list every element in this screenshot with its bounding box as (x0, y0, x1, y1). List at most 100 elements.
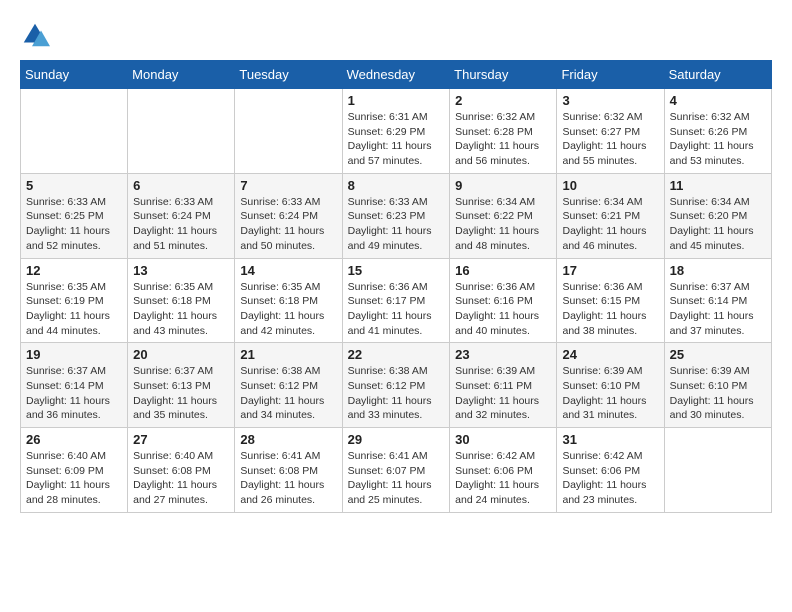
day-cell: 10Sunrise: 6:34 AMSunset: 6:21 PMDayligh… (557, 173, 664, 258)
day-number: 27 (133, 432, 229, 447)
day-number: 7 (240, 178, 336, 193)
day-info: Sunrise: 6:37 AMSunset: 6:13 PMDaylight:… (133, 364, 229, 423)
day-cell: 21 Sunrise: 6:38 AMSunset: 6:12 PMDayligh… (235, 343, 342, 428)
day-info: Sunrise: 6:40 AMSunset: 6:09 PMDaylight:… (26, 449, 122, 508)
day-cell: 19 Sunrise: 6:37 AMSunset: 6:14 PMDayligh… (21, 343, 128, 428)
day-number: 16 (455, 263, 551, 278)
week-row-0: 1 Sunrise: 6:31 AMSunset: 6:29 PMDaylight… (21, 89, 772, 174)
day-cell: 18Sunrise: 6:37 AMSunset: 6:14 PMDayligh… (664, 258, 771, 343)
day-number: 17 (562, 263, 658, 278)
day-number: 4 (670, 93, 766, 108)
day-number: 6 (133, 178, 229, 193)
day-number: 25 (670, 347, 766, 362)
calendar: SundayMondayTuesdayWednesdayThursdayFrid… (20, 60, 772, 513)
day-cell: 30Sunrise: 6:42 AMSunset: 6:06 PMDayligh… (450, 428, 557, 513)
day-cell: 23 Sunrise: 6:39 AMSunset: 6:11 PMDayligh… (450, 343, 557, 428)
day-cell (128, 89, 235, 174)
day-number: 12 (26, 263, 122, 278)
day-cell: 5 Sunrise: 6:33 AMSunset: 6:25 PMDaylight… (21, 173, 128, 258)
day-number: 23 (455, 347, 551, 362)
day-cell: 29 Sunrise: 6:41 AMSunset: 6:07 PMDayligh… (342, 428, 450, 513)
day-cell (664, 428, 771, 513)
day-number: 1 (348, 93, 445, 108)
day-cell (235, 89, 342, 174)
day-info: Sunrise: 6:39 AMSunset: 6:11 PMDaylight:… (455, 364, 551, 423)
day-info: Sunrise: 6:32 AMSunset: 6:28 PMDaylight:… (455, 110, 551, 169)
day-info: Sunrise: 6:35 AMSunset: 6:18 PMDaylight:… (240, 280, 336, 339)
day-info: Sunrise: 6:41 AMSunset: 6:08 PMDaylight:… (240, 449, 336, 508)
day-info: Sunrise: 6:33 AMSunset: 6:23 PMDaylight:… (348, 195, 445, 254)
day-number: 2 (455, 93, 551, 108)
day-number: 22 (348, 347, 445, 362)
day-info: Sunrise: 6:40 AMSunset: 6:08 PMDaylight:… (133, 449, 229, 508)
day-info: Sunrise: 6:36 AMSunset: 6:17 PMDaylight:… (348, 280, 445, 339)
day-info: Sunrise: 6:35 AMSunset: 6:19 PMDaylight:… (26, 280, 122, 339)
day-number: 8 (348, 178, 445, 193)
logo-icon (20, 20, 50, 50)
day-number: 21 (240, 347, 336, 362)
header (20, 20, 772, 50)
day-cell: 11 Sunrise: 6:34 AMSunset: 6:20 PMDayligh… (664, 173, 771, 258)
day-number: 14 (240, 263, 336, 278)
day-cell: 24 Sunrise: 6:39 AMSunset: 6:10 PMDayligh… (557, 343, 664, 428)
day-number: 15 (348, 263, 445, 278)
day-number: 28 (240, 432, 336, 447)
day-number: 26 (26, 432, 122, 447)
header-sunday: Sunday (21, 61, 128, 89)
day-cell: 26 Sunrise: 6:40 AMSunset: 6:09 PMDayligh… (21, 428, 128, 513)
header-wednesday: Wednesday (342, 61, 450, 89)
day-cell: 25Sunrise: 6:39 AMSunset: 6:10 PMDayligh… (664, 343, 771, 428)
header-saturday: Saturday (664, 61, 771, 89)
week-row-3: 19 Sunrise: 6:37 AMSunset: 6:14 PMDayligh… (21, 343, 772, 428)
day-info: Sunrise: 6:38 AMSunset: 6:12 PMDaylight:… (240, 364, 336, 423)
day-info: Sunrise: 6:33 AMSunset: 6:25 PMDaylight:… (26, 195, 122, 254)
day-cell: 14 Sunrise: 6:35 AMSunset: 6:18 PMDayligh… (235, 258, 342, 343)
week-row-4: 26 Sunrise: 6:40 AMSunset: 6:09 PMDayligh… (21, 428, 772, 513)
day-info: Sunrise: 6:41 AMSunset: 6:07 PMDaylight:… (348, 449, 445, 508)
day-cell: 4Sunrise: 6:32 AMSunset: 6:26 PMDaylight… (664, 89, 771, 174)
day-info: Sunrise: 6:31 AMSunset: 6:29 PMDaylight:… (348, 110, 445, 169)
day-number: 9 (455, 178, 551, 193)
day-cell: 31 Sunrise: 6:42 AMSunset: 6:06 PMDayligh… (557, 428, 664, 513)
day-info: Sunrise: 6:42 AMSunset: 6:06 PMDaylight:… (562, 449, 658, 508)
day-info: Sunrise: 6:32 AMSunset: 6:27 PMDaylight:… (562, 110, 658, 169)
day-number: 24 (562, 347, 658, 362)
day-cell: 9 Sunrise: 6:34 AMSunset: 6:22 PMDaylight… (450, 173, 557, 258)
day-number: 29 (348, 432, 445, 447)
day-info: Sunrise: 6:34 AMSunset: 6:21 PMDaylight:… (562, 195, 658, 254)
day-number: 19 (26, 347, 122, 362)
day-cell: 12 Sunrise: 6:35 AMSunset: 6:19 PMDayligh… (21, 258, 128, 343)
day-info: Sunrise: 6:38 AMSunset: 6:12 PMDaylight:… (348, 364, 445, 423)
week-row-1: 5 Sunrise: 6:33 AMSunset: 6:25 PMDaylight… (21, 173, 772, 258)
day-cell: 15 Sunrise: 6:36 AMSunset: 6:17 PMDayligh… (342, 258, 450, 343)
day-number: 11 (670, 178, 766, 193)
day-info: Sunrise: 6:33 AMSunset: 6:24 PMDaylight:… (240, 195, 336, 254)
day-number: 5 (26, 178, 122, 193)
day-info: Sunrise: 6:37 AMSunset: 6:14 PMDaylight:… (26, 364, 122, 423)
day-cell (21, 89, 128, 174)
day-number: 31 (562, 432, 658, 447)
header-tuesday: Tuesday (235, 61, 342, 89)
day-info: Sunrise: 6:39 AMSunset: 6:10 PMDaylight:… (562, 364, 658, 423)
day-cell: 2 Sunrise: 6:32 AMSunset: 6:28 PMDaylight… (450, 89, 557, 174)
day-number: 30 (455, 432, 551, 447)
day-cell: 16Sunrise: 6:36 AMSunset: 6:16 PMDayligh… (450, 258, 557, 343)
day-info: Sunrise: 6:33 AMSunset: 6:24 PMDaylight:… (133, 195, 229, 254)
header-thursday: Thursday (450, 61, 557, 89)
day-info: Sunrise: 6:34 AMSunset: 6:20 PMDaylight:… (670, 195, 766, 254)
day-cell: 22 Sunrise: 6:38 AMSunset: 6:12 PMDayligh… (342, 343, 450, 428)
header-friday: Friday (557, 61, 664, 89)
calendar-header-row: SundayMondayTuesdayWednesdayThursdayFrid… (21, 61, 772, 89)
header-monday: Monday (128, 61, 235, 89)
day-info: Sunrise: 6:35 AMSunset: 6:18 PMDaylight:… (133, 280, 229, 339)
day-info: Sunrise: 6:34 AMSunset: 6:22 PMDaylight:… (455, 195, 551, 254)
day-cell: 20 Sunrise: 6:37 AMSunset: 6:13 PMDayligh… (128, 343, 235, 428)
day-cell: 6 Sunrise: 6:33 AMSunset: 6:24 PMDaylight… (128, 173, 235, 258)
day-cell: 27 Sunrise: 6:40 AMSunset: 6:08 PMDayligh… (128, 428, 235, 513)
day-cell: 13Sunrise: 6:35 AMSunset: 6:18 PMDayligh… (128, 258, 235, 343)
day-cell: 7 Sunrise: 6:33 AMSunset: 6:24 PMDaylight… (235, 173, 342, 258)
day-number: 20 (133, 347, 229, 362)
day-cell: 17Sunrise: 6:36 AMSunset: 6:15 PMDayligh… (557, 258, 664, 343)
logo (20, 20, 54, 50)
week-row-2: 12 Sunrise: 6:35 AMSunset: 6:19 PMDayligh… (21, 258, 772, 343)
